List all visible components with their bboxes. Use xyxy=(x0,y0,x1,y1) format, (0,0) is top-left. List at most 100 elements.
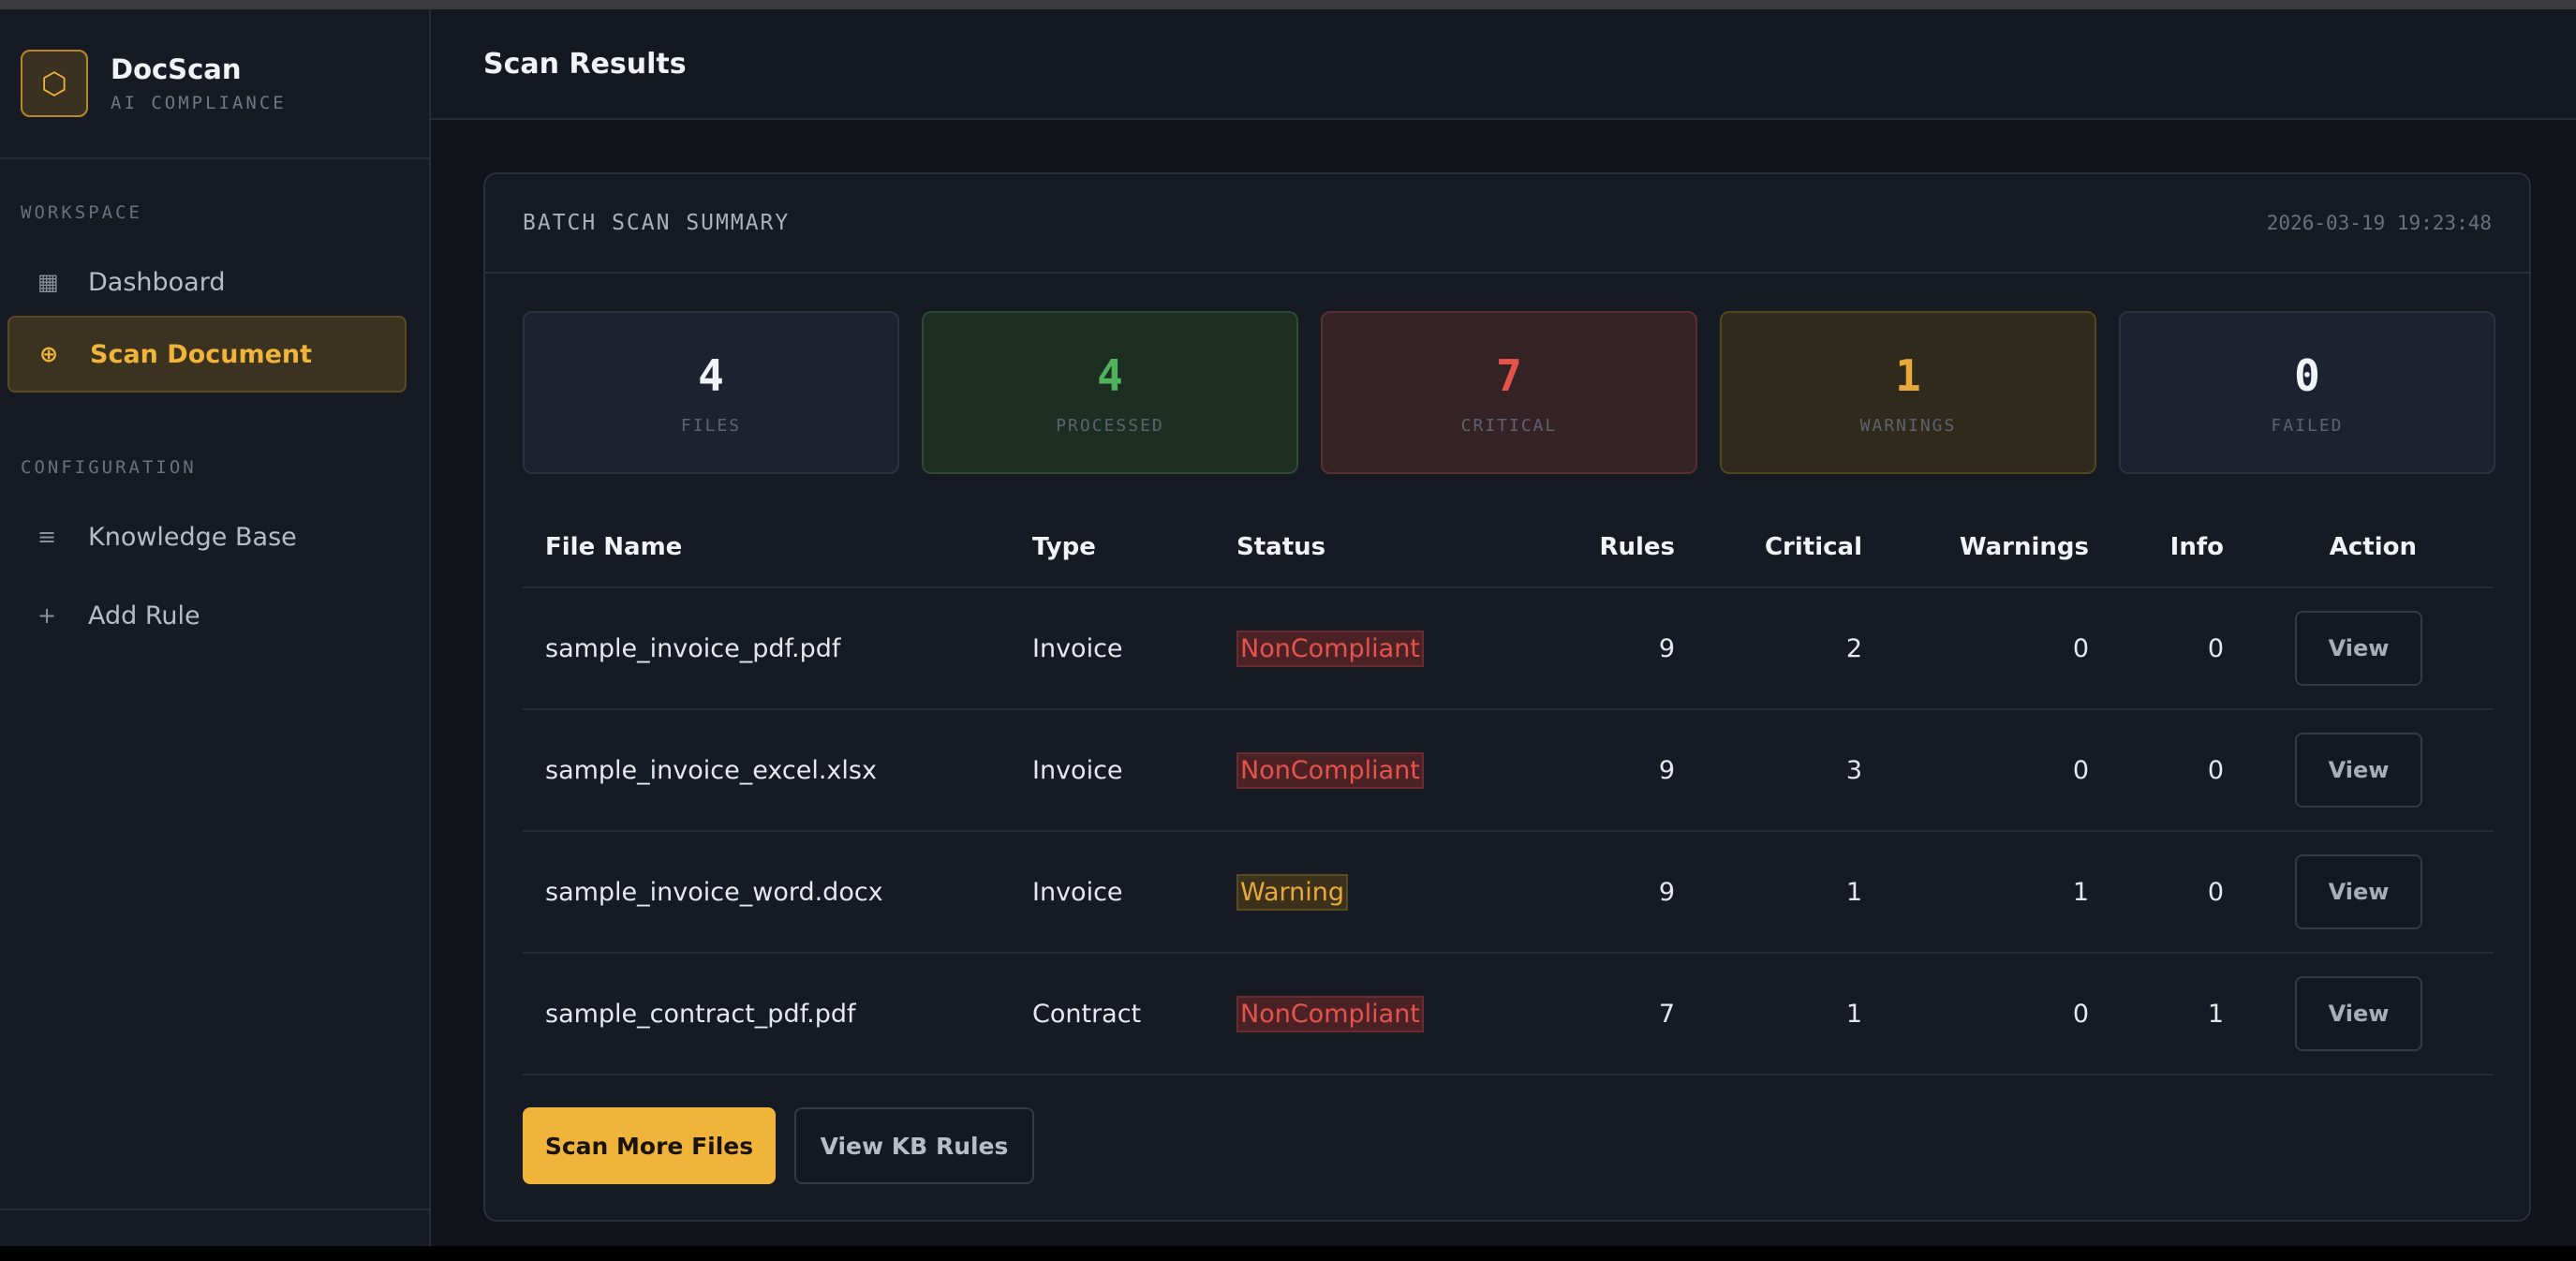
table-row: sample_invoice_word.docx Invoice Warning… xyxy=(523,832,2494,954)
rules-cell: 9 xyxy=(1658,755,1675,785)
hexagon-logo-icon: ⬡ xyxy=(21,50,88,117)
view-button[interactable]: View xyxy=(2295,611,2422,686)
file-name-cell: sample_invoice_excel.xlsx xyxy=(545,755,877,785)
sidebar-item-knowledge-base[interactable]: ≡ Knowledge Base xyxy=(7,498,407,575)
stat-label: FILES xyxy=(680,415,742,436)
column-header-status: Status xyxy=(1236,533,1326,561)
column-header-type: Type xyxy=(1032,533,1096,561)
stat-value: 4 xyxy=(698,349,724,401)
file-name-cell: sample_invoice_word.docx xyxy=(545,877,883,907)
stat-processed: 4 PROCESSED xyxy=(922,311,1298,474)
batch-scan-summary-card: BATCH SCAN SUMMARY 2026-03-19 19:23:48 4… xyxy=(483,172,2531,1222)
info-cell: 1 xyxy=(2207,999,2224,1029)
table-header-row: File Name Type Status Rules Critical War… xyxy=(523,508,2494,588)
status-cell: Warning xyxy=(1236,873,1517,911)
grid-icon: ▦ xyxy=(37,269,59,295)
warnings-cell: 1 xyxy=(2072,877,2089,907)
info-cell: 0 xyxy=(2207,633,2224,663)
column-header-rules: Rules xyxy=(1599,533,1675,561)
column-header-critical: Critical xyxy=(1764,533,1862,561)
brand-subtitle: AI COMPLIANCE xyxy=(111,93,287,113)
critical-cell: 1 xyxy=(1845,877,1862,907)
action-cell: View xyxy=(2224,733,2456,808)
type-cell: Invoice xyxy=(1032,755,1123,785)
action-cell: View xyxy=(2224,854,2456,929)
stat-value: 0 xyxy=(2294,349,2320,401)
file-name-cell: sample_contract_pdf.pdf xyxy=(545,999,856,1029)
status-badge: Warning xyxy=(1236,873,1349,911)
warnings-cell: 0 xyxy=(2072,633,2089,663)
sidebar: ⬡ DocScan AI COMPLIANCE WORKSPACE ▦ Dash… xyxy=(0,9,431,1246)
table-row: sample_contract_pdf.pdf Contract NonComp… xyxy=(523,954,2494,1076)
brand-name: DocScan xyxy=(111,53,242,85)
main-content: Scan Results BATCH SCAN SUMMARY 2026-03-… xyxy=(431,9,2576,1246)
card-header: BATCH SCAN SUMMARY 2026-03-19 19:23:48 xyxy=(485,174,2529,274)
status-badge: NonCompliant xyxy=(1236,630,1424,667)
sidebar-section-workspace: WORKSPACE xyxy=(21,202,142,223)
rules-cell: 9 xyxy=(1658,877,1675,907)
sidebar-item-label: Knowledge Base xyxy=(88,522,297,552)
table-row: sample_invoice_pdf.pdf Invoice NonCompli… xyxy=(523,588,2494,710)
column-header-action: Action xyxy=(2329,533,2417,561)
stat-files: 4 FILES xyxy=(523,311,899,474)
column-header-warnings: Warnings xyxy=(1959,533,2089,561)
view-button[interactable]: View xyxy=(2295,854,2422,929)
stat-value: 4 xyxy=(1097,349,1123,401)
warnings-cell: 0 xyxy=(2072,999,2089,1029)
type-cell: Invoice xyxy=(1032,633,1123,663)
stat-critical: 7 CRITICAL xyxy=(1321,311,1697,474)
status-badge: NonCompliant xyxy=(1236,995,1424,1032)
window-top-bar xyxy=(0,0,2576,9)
crosshair-icon: ⊕ xyxy=(39,341,59,367)
card-actions: Scan More Files View KB Rules xyxy=(523,1107,1034,1184)
action-cell: View xyxy=(2224,611,2456,686)
sidebar-item-scan-document[interactable]: ⊕ Scan Document xyxy=(7,316,407,393)
stat-label: FAILED xyxy=(2271,415,2344,436)
brand-text: DocScan AI COMPLIANCE xyxy=(111,53,287,113)
stats-row: 4 FILES 4 PROCESSED 7 CRITICAL 1 WARNING… xyxy=(523,311,2495,474)
status-cell: NonCompliant xyxy=(1236,751,1517,789)
rules-cell: 9 xyxy=(1658,633,1675,663)
stat-value: 7 xyxy=(1496,349,1522,401)
list-icon: ≡ xyxy=(37,524,57,550)
sidebar-item-label: Add Rule xyxy=(88,601,200,630)
view-button[interactable]: View xyxy=(2295,733,2422,808)
window-bottom-bar xyxy=(0,1246,2576,1261)
view-button[interactable]: View xyxy=(2295,976,2422,1051)
sidebar-item-add-rule[interactable]: + Add Rule xyxy=(7,577,407,654)
column-header-file-name: File Name xyxy=(545,533,683,561)
critical-cell: 1 xyxy=(1845,999,1862,1029)
table-row: sample_invoice_excel.xlsx Invoice NonCom… xyxy=(523,710,2494,832)
rules-cell: 7 xyxy=(1658,999,1675,1029)
page-header: Scan Results xyxy=(431,9,2576,120)
stat-label: CRITICAL xyxy=(1460,415,1558,436)
type-cell: Invoice xyxy=(1032,877,1123,907)
sidebar-item-label: Dashboard xyxy=(88,267,226,297)
info-cell: 0 xyxy=(2207,755,2224,785)
status-cell: NonCompliant xyxy=(1236,995,1517,1032)
file-name-cell: sample_invoice_pdf.pdf xyxy=(545,633,841,663)
card-title: BATCH SCAN SUMMARY xyxy=(523,211,791,235)
page-title: Scan Results xyxy=(483,47,687,81)
view-kb-rules-button[interactable]: View KB Rules xyxy=(794,1107,1034,1184)
results-table: File Name Type Status Rules Critical War… xyxy=(523,508,2494,1076)
sidebar-item-label: Scan Document xyxy=(90,339,313,369)
scan-timestamp: 2026-03-19 19:23:48 xyxy=(2266,212,2492,234)
type-cell: Contract xyxy=(1032,999,1142,1029)
stat-failed: 0 FAILED xyxy=(2119,311,2495,474)
info-cell: 0 xyxy=(2207,877,2224,907)
stat-value: 1 xyxy=(1895,349,1921,401)
stat-warnings: 1 WARNINGS xyxy=(1720,311,2096,474)
critical-cell: 3 xyxy=(1845,755,1862,785)
status-badge: NonCompliant xyxy=(1236,751,1424,789)
column-header-info: Info xyxy=(2169,533,2224,561)
brand: ⬡ DocScan AI COMPLIANCE xyxy=(0,9,429,159)
plus-icon: + xyxy=(37,602,57,629)
scan-more-files-button[interactable]: Scan More Files xyxy=(523,1107,776,1184)
stat-label: WARNINGS xyxy=(1859,415,1957,436)
sidebar-section-configuration: CONFIGURATION xyxy=(21,457,197,478)
sidebar-footer xyxy=(0,1209,429,1246)
warnings-cell: 0 xyxy=(2072,755,2089,785)
sidebar-item-dashboard[interactable]: ▦ Dashboard xyxy=(7,244,407,320)
critical-cell: 2 xyxy=(1845,633,1862,663)
